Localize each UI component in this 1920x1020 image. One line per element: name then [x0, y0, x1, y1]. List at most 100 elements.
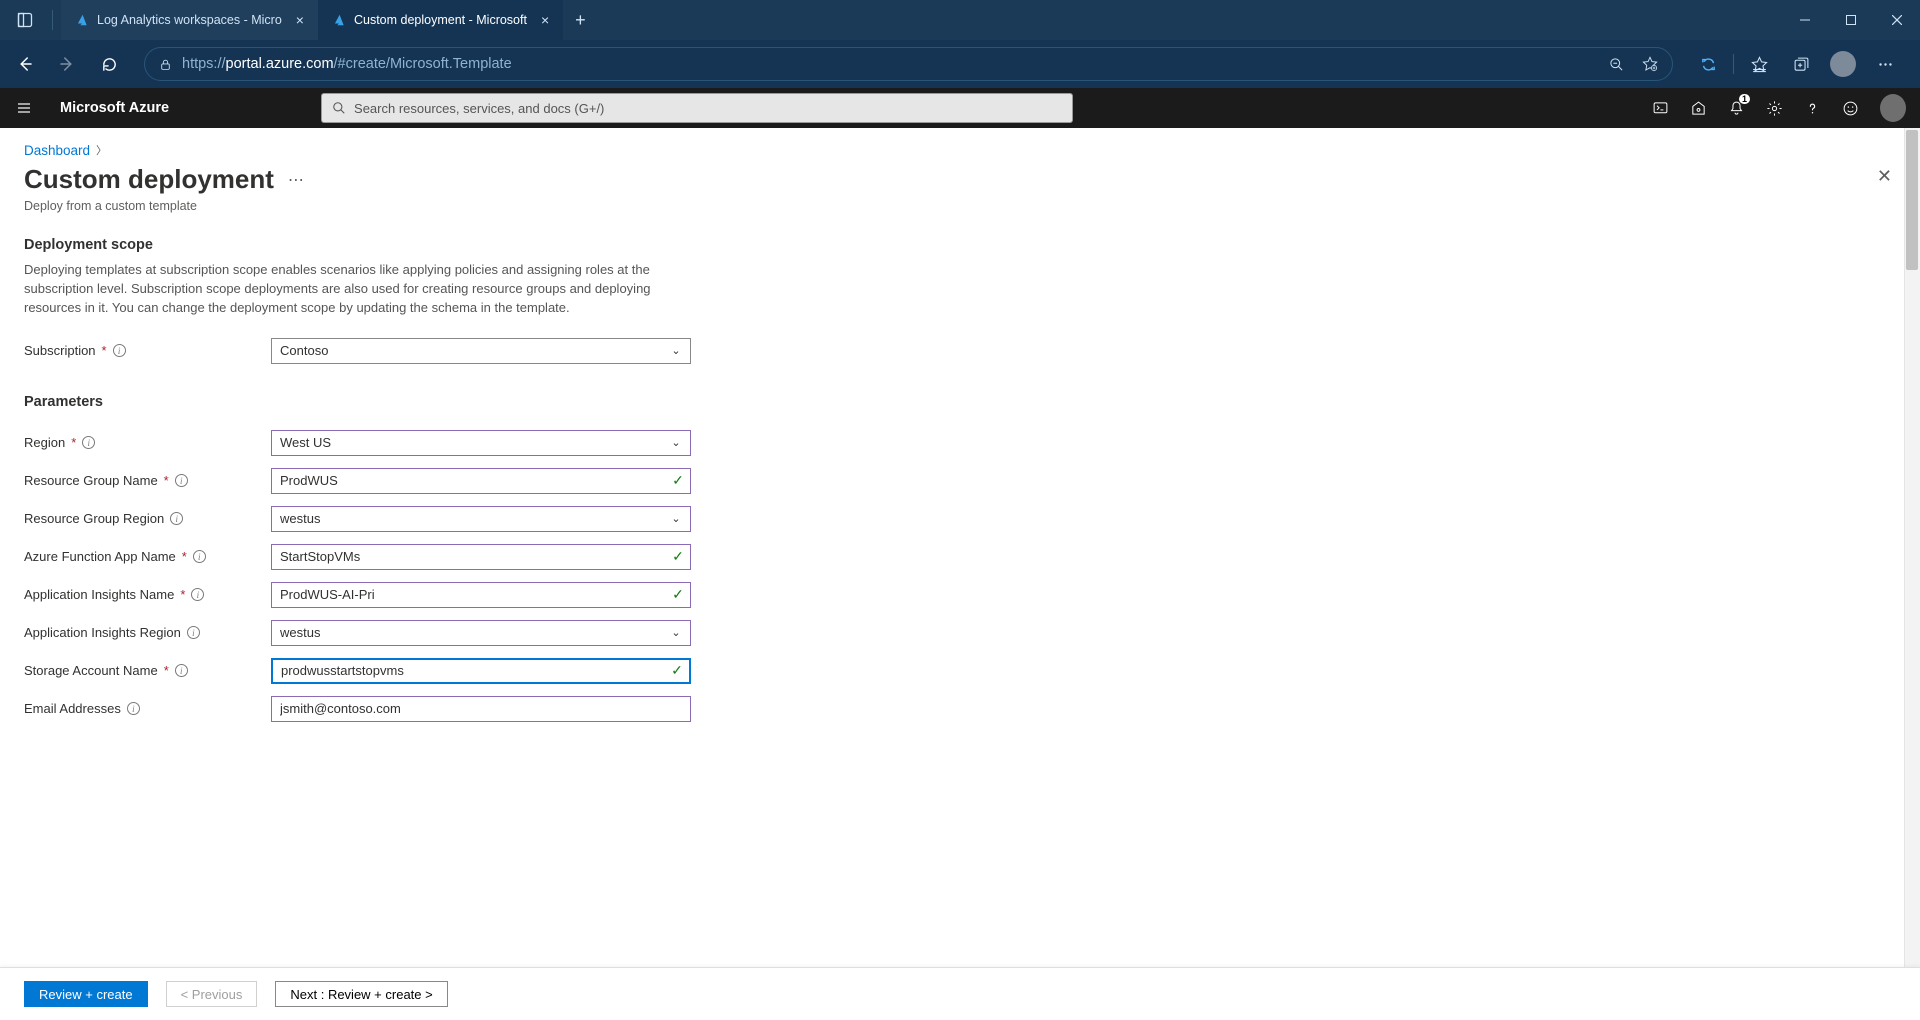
- subscription-label: Subscription*i: [24, 343, 271, 358]
- profile-avatar[interactable]: [1826, 47, 1860, 81]
- chevron-down-icon: ⌄: [662, 344, 690, 357]
- rg-name-value[interactable]: [272, 469, 666, 493]
- collections-icon[interactable]: [1784, 47, 1818, 81]
- nav-refresh-button[interactable]: [92, 47, 126, 81]
- close-icon[interactable]: ×: [541, 12, 549, 28]
- ai-name-value[interactable]: [272, 583, 666, 607]
- check-icon: ✓: [666, 548, 690, 565]
- zoom-icon[interactable]: [1609, 57, 1624, 72]
- subscription-value: [272, 339, 662, 363]
- info-icon[interactable]: i: [191, 588, 204, 601]
- func-app-input[interactable]: ✓: [271, 544, 691, 570]
- review-create-button[interactable]: Review + create: [24, 981, 148, 1007]
- window-close-button[interactable]: [1874, 0, 1920, 40]
- previous-button[interactable]: < Previous: [166, 981, 258, 1007]
- browser-tab-log-analytics[interactable]: Log Analytics workspaces - Micro ×: [61, 0, 318, 40]
- hamburger-menu-button[interactable]: [0, 100, 48, 116]
- cloud-shell-button[interactable]: [1642, 90, 1678, 126]
- favorite-icon[interactable]: [1642, 56, 1658, 72]
- azure-favicon: [75, 13, 89, 27]
- blade-content: Dashboard 〉 Custom deployment ⋯ Deploy f…: [0, 128, 1920, 968]
- close-icon[interactable]: ×: [296, 12, 304, 28]
- more-icon[interactable]: [1868, 47, 1902, 81]
- breadcrumb-dashboard-link[interactable]: Dashboard: [24, 143, 90, 158]
- check-icon: ✓: [666, 472, 690, 489]
- storage-value[interactable]: [273, 660, 665, 682]
- func-app-label: Azure Function App Name*i: [24, 549, 271, 564]
- info-icon[interactable]: i: [170, 512, 183, 525]
- browser-titlebar: Log Analytics workspaces - Micro × Custo…: [0, 0, 1920, 40]
- settings-button[interactable]: [1756, 90, 1792, 126]
- notification-badge: 1: [1739, 94, 1750, 104]
- browser-address-bar: https://portal.azure.com/#create/Microso…: [0, 40, 1920, 88]
- info-icon[interactable]: i: [82, 436, 95, 449]
- rg-name-input[interactable]: ✓: [271, 468, 691, 494]
- next-button[interactable]: Next : Review + create >: [275, 981, 447, 1007]
- rg-region-select[interactable]: ⌄: [271, 506, 691, 532]
- tab-title: Log Analytics workspaces - Micro: [97, 13, 282, 27]
- ai-name-input[interactable]: ✓: [271, 582, 691, 608]
- ai-name-label: Application Insights Name*i: [24, 587, 271, 602]
- global-search-input[interactable]: Search resources, services, and docs (G+…: [321, 93, 1073, 123]
- search-icon: [332, 101, 346, 115]
- region-value: [272, 431, 662, 455]
- chevron-down-icon: ⌄: [662, 512, 690, 525]
- lock-icon: [159, 58, 172, 71]
- nav-back-button[interactable]: [8, 47, 42, 81]
- window-maximize-button[interactable]: [1828, 0, 1874, 40]
- favorites-icon[interactable]: [1742, 47, 1776, 81]
- more-icon[interactable]: ⋯: [288, 170, 304, 190]
- info-icon[interactable]: i: [127, 702, 140, 715]
- url-text: https://portal.azure.com/#create/Microso…: [182, 56, 512, 72]
- azure-top-bar: Microsoft Azure Search resources, servic…: [0, 88, 1920, 128]
- close-blade-button[interactable]: ✕: [1877, 166, 1892, 187]
- storage-label: Storage Account Name*i: [24, 663, 271, 678]
- azure-favicon: [332, 13, 346, 27]
- email-input[interactable]: [271, 696, 691, 722]
- feedback-button[interactable]: [1832, 90, 1868, 126]
- storage-input[interactable]: ✓: [271, 658, 691, 684]
- ai-region-label: Application Insights Regioni: [24, 625, 271, 640]
- address-field[interactable]: https://portal.azure.com/#create/Microso…: [144, 47, 1673, 81]
- nav-forward-button[interactable]: [50, 47, 84, 81]
- brand-label[interactable]: Microsoft Azure: [48, 100, 181, 116]
- notifications-button[interactable]: 1: [1718, 90, 1754, 126]
- info-icon[interactable]: i: [193, 550, 206, 563]
- search-placeholder: Search resources, services, and docs (G+…: [354, 101, 604, 116]
- account-avatar[interactable]: [1870, 90, 1906, 126]
- wizard-footer: Review + create < Previous Next : Review…: [0, 968, 1920, 1020]
- sync-icon[interactable]: [1691, 47, 1725, 81]
- new-tab-button[interactable]: +: [563, 0, 598, 40]
- check-icon: ✓: [666, 586, 690, 603]
- info-icon[interactable]: i: [175, 664, 188, 677]
- info-icon[interactable]: i: [187, 626, 200, 639]
- help-button[interactable]: [1794, 90, 1830, 126]
- chevron-right-icon: 〉: [96, 142, 107, 158]
- email-label: Email Addressesi: [24, 701, 271, 716]
- page-subtitle: Deploy from a custom template: [24, 199, 1896, 213]
- func-app-value[interactable]: [272, 545, 666, 569]
- rg-region-label: Resource Group Regioni: [24, 511, 271, 526]
- rg-region-value: [272, 507, 662, 531]
- check-icon: ✓: [665, 662, 689, 679]
- tab-title: Custom deployment - Microsoft: [354, 13, 527, 27]
- browser-tab-custom-deployment[interactable]: Custom deployment - Microsoft ×: [318, 0, 563, 40]
- info-icon[interactable]: i: [113, 344, 126, 357]
- divider: [52, 10, 53, 30]
- chevron-down-icon: ⌄: [662, 626, 690, 639]
- region-select[interactable]: ⌄: [271, 430, 691, 456]
- email-value[interactable]: [272, 697, 690, 721]
- ai-region-value: [272, 621, 662, 645]
- parameters-heading: Parameters: [24, 394, 724, 410]
- scrollbar[interactable]: [1904, 128, 1920, 968]
- window-minimize-button[interactable]: [1782, 0, 1828, 40]
- breadcrumb: Dashboard 〉: [24, 142, 1896, 158]
- info-icon[interactable]: i: [175, 474, 188, 487]
- subscription-select[interactable]: ⌄: [271, 338, 691, 364]
- divider: [1733, 54, 1734, 74]
- region-label: Region*i: [24, 435, 271, 450]
- tab-actions-icon[interactable]: [8, 3, 42, 37]
- directories-button[interactable]: [1680, 90, 1716, 126]
- ai-region-select[interactable]: ⌄: [271, 620, 691, 646]
- chevron-down-icon: ⌄: [662, 436, 690, 449]
